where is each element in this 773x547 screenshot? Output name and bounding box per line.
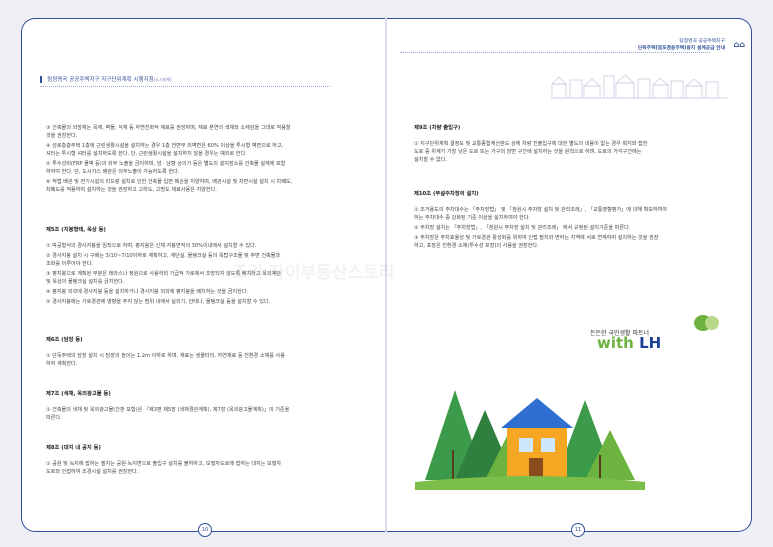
- right-page-number: 11: [571, 523, 585, 537]
- list-item: ③ 주차장은 주차효율성 및 가로경관 활성화를 위하여 인접 필지와 면하는 …: [414, 235, 659, 241]
- list-item: ⑤ 투수성비(FRP 물벽 등)의 외부 노출을 금지하며, 넘 · 남향 상의…: [46, 161, 286, 167]
- list-item: 설치할 수 없다.: [414, 157, 447, 163]
- list-item: 셔터는 투시형 셔터를 설치하도록 한다. 단, 근린생활시설을 설치하지 않을…: [46, 151, 247, 157]
- list-item: ③ 건축물의 외장재는 목재, 벽돌, 석재 등 자연친화적 재료를 권장하며,…: [46, 125, 291, 131]
- lh-leaf-icon: [694, 315, 719, 331]
- list-item: ④ 평지붕 외곽에 경사지붕 등을 설치하거나 경사지붕 외곽에 평지붕을 배치…: [46, 289, 249, 295]
- list-item: 도로와 인접하여 조경시설 설치를 권장한다.: [46, 469, 139, 475]
- list-item: 차폐도를 적용하여 설치하는 것을 권장하고 고하도, 고명도 채료사용은 지양…: [46, 187, 217, 193]
- article-7-title: 제7조 (색채, 옥외광고물 등): [46, 391, 111, 397]
- house-tree-illustration: [415, 390, 645, 490]
- list-item: 조화를 이루어야 한다.: [46, 261, 94, 267]
- article-10-title: 제10조 (부설주차장의 설치): [414, 191, 479, 197]
- article-6-title: 제6조 (담장 등): [46, 337, 83, 343]
- list-item: 하여야 한다. 단, 도시가스 배관은 외부노출이 가능하도록 한다.: [46, 169, 180, 175]
- list-item: ② 경사지붕 설치 시 구배는 3/10~7/10이하로 계획하고, 계단실, …: [46, 253, 281, 259]
- list-item: ⑤ 경사지붕에는 가로경관에 영향을 주지 않는 범위 내에서 실외기, 안테나…: [46, 299, 271, 305]
- header-divider: [40, 86, 330, 87]
- list-item: ④ 성로층층주택 1층에 근린생활시설을 설치하는 경우 1층 전면부 외벽면은…: [46, 143, 284, 149]
- list-item: 및 옥상의 물탱크실 설치를 금지한다.: [46, 279, 125, 285]
- list-item: 도로 중 위계가 가장 낮은 도로 또는 가구의 장변 구간에 설치하는 것을 …: [414, 149, 642, 155]
- left-page-number: 10: [198, 523, 212, 537]
- list-item: ① 건축물의 색채 및 옥외광고물(간판 포함)은 「제3편 제5장 (색채경관…: [46, 407, 290, 413]
- list-item: 하고, 포장은 친환경 소재(투수성 포장)의 사용을 권장한다.: [414, 243, 539, 249]
- list-item: ① 지구단위계획 결정도 및 교통종합계산판도 상에 차량 진출입구에 대한 별…: [414, 141, 648, 147]
- list-item: ① 공원 및 녹지에 접하는 필지는 공원·녹지변으로 출입구 설치를 불허하고…: [46, 461, 282, 467]
- header-suffix: (도시설계): [153, 77, 172, 82]
- article-9-title: 제9조 (차량 출입구): [414, 125, 461, 131]
- series-line-2: 단독주택(점포겸용주택)용지 설계공급 안내: [637, 46, 725, 51]
- article-5-title: 제5조 (지붕형태, 옥상 등): [46, 227, 106, 233]
- list-item: ② 주차장 설치는 「주차장법」, 「창원시 주차장 설치 및 관리조례」 에서…: [414, 225, 631, 231]
- series-title: 탕정명곡 공공주택지구 단독주택(점포겸용주택)용지 설계공급 안내: [638, 38, 725, 52]
- city-skyline-illustration: [550, 74, 728, 99]
- header-title: 탕정명곡 공공주택지구 지구단위계획 시행지침: [47, 77, 154, 83]
- list-item: ⑥ 적법 배관 및 전기시설의 리드랑 설치로 인한 건축물 입면 훼손을 지양…: [46, 179, 293, 185]
- list-item: ① 박공형식의 경사지붕을 임직으로 하며, 평지붕은 신체 지붕면적의 30%…: [46, 243, 257, 249]
- left-header: 탕정명곡 공공주택지구 지구단위계획 시행지침(도시설계): [40, 75, 172, 83]
- series-house-icon: ⌂⌂: [733, 40, 745, 49]
- list-item: ① 단독주택의 담장 설치 시 담장의 높이는 1.2m 이하로 하며, 재료는…: [46, 353, 285, 359]
- list-item: ① 조거용도의 주차대수는 「주차장법」 및 「창원시 주차장 설치 및 관리조…: [414, 207, 668, 213]
- right-header-divider: [400, 52, 710, 53]
- series-line-1: 탕정명곡 공공주택지구: [679, 39, 725, 44]
- list-item: 하여 계획한다.: [46, 361, 78, 367]
- list-item: 따른다.: [46, 415, 62, 421]
- list-item: ③ 평지붕으로 계획된 부분은 테라스나 정원으로 사용하되 가급적 가로에서 …: [46, 271, 281, 277]
- header-bar: [40, 76, 42, 83]
- list-item: 하는 주차대수 중 강화된 기준 이상을 설치하여야 한다.: [414, 215, 531, 221]
- list-item: 것을 권장한다.: [46, 133, 78, 139]
- article-8-title: 제8조 (대지 내 공지 등): [46, 445, 101, 451]
